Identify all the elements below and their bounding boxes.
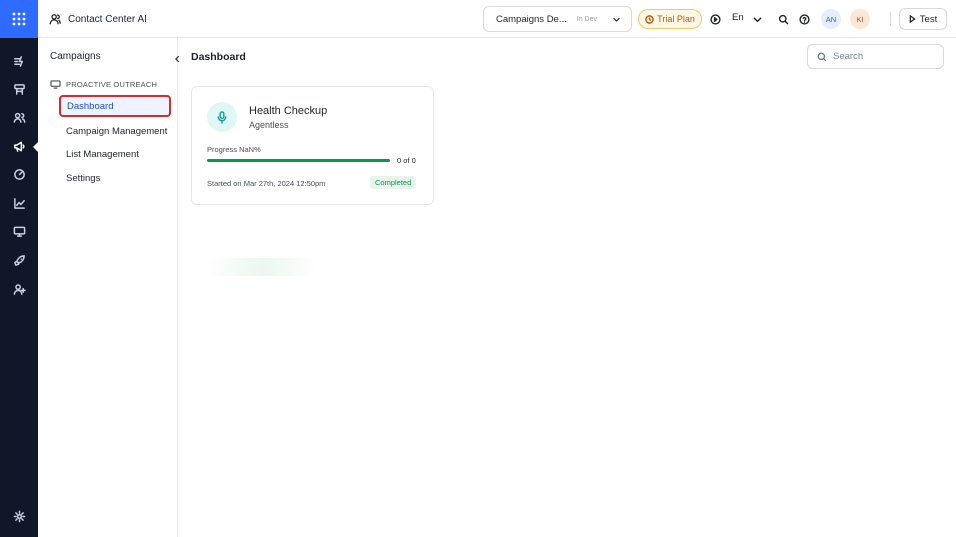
search-icon <box>817 52 827 61</box>
sidebar-item-dashboard[interactable]: Dashboard <box>59 95 171 117</box>
users-icon <box>49 13 61 25</box>
clock-icon <box>645 14 654 24</box>
loading-placeholder <box>208 258 316 276</box>
contacts-icon[interactable] <box>0 106 38 128</box>
monitor-icon[interactable] <box>0 220 38 242</box>
campaign-card[interactable]: Health Checkup Agentless Progress NaN% 0… <box>191 86 434 205</box>
flows-icon[interactable] <box>0 78 38 100</box>
test-button[interactable]: Test <box>899 8 947 30</box>
sidebar-group-label: PROACTIVE OUTREACH <box>66 80 158 89</box>
search-icon[interactable] <box>776 12 790 26</box>
sidebar-item-label: Settings <box>66 172 101 184</box>
search-input[interactable] <box>833 51 933 62</box>
settings-icon[interactable] <box>0 505 38 527</box>
sidebar-item-settings[interactable]: Settings <box>59 167 100 189</box>
sidebar-item-campaign-management[interactable]: Campaign Management <box>59 120 167 142</box>
sidebar-item-label: List Management <box>66 148 139 160</box>
search-box[interactable] <box>807 44 944 69</box>
chevron-down-icon[interactable] <box>750 12 764 26</box>
sidebar-item-label: Dashboard <box>67 100 114 112</box>
deploy-icon[interactable] <box>0 249 38 271</box>
progress-fill <box>207 159 390 162</box>
app-selector-name: Campaigns De... <box>496 13 567 25</box>
analytics-icon[interactable] <box>0 192 38 214</box>
sidebar-item-list-management[interactable]: List Management <box>59 143 139 165</box>
help-icon[interactable] <box>797 12 811 26</box>
play-icon <box>909 15 916 23</box>
trial-plan-badge[interactable]: Trial Plan <box>638 9 702 29</box>
test-button-label: Test <box>919 13 938 25</box>
left-rail <box>0 0 39 537</box>
campaigns-sidebar: Campaigns PROACTIVE OUTREACH Dashboard C… <box>38 38 179 537</box>
app-title: Contact Center AI <box>68 13 147 25</box>
sidebar-item-label: Campaign Management <box>66 125 168 137</box>
language-selector[interactable]: En <box>732 12 744 23</box>
user-add-icon[interactable] <box>0 278 38 300</box>
apps-grid-icon[interactable] <box>0 0 38 38</box>
progress-bar <box>207 159 390 162</box>
status-badge: Completed <box>370 176 417 189</box>
speed-icon[interactable] <box>0 163 38 185</box>
microphone-icon <box>207 102 237 132</box>
trial-plan-label: Trial Plan <box>657 14 695 24</box>
page-title: Dashboard <box>191 51 246 63</box>
automation-icon[interactable] <box>0 50 38 72</box>
chevron-down-icon <box>612 15 621 24</box>
campaign-type: Agentless <box>249 120 289 130</box>
progress-count: 0 of 0 <box>397 156 416 165</box>
app-selector[interactable]: Campaigns De... In Dev <box>483 6 632 32</box>
started-timestamp: Started on Mar 27th, 2024 12:50pm <box>207 179 326 188</box>
play-circle-icon[interactable] <box>708 12 722 26</box>
top-bar: Contact Center AI Campaigns De... In Dev… <box>38 0 956 38</box>
sidebar-title: Campaigns <box>50 51 101 62</box>
progress-label: Progress NaN% <box>207 145 261 154</box>
sidebar-group-proactive-outreach: PROACTIVE OUTREACH <box>50 80 157 89</box>
toolbar-divider <box>890 12 891 26</box>
avatar-an[interactable]: AN <box>821 9 841 29</box>
environment-label: In Dev <box>576 15 597 23</box>
collapse-sidebar-icon[interactable] <box>172 53 182 65</box>
monitor-icon <box>50 80 61 89</box>
campaign-title: Health Checkup <box>249 105 328 117</box>
avatar-ki[interactable]: KI <box>850 9 870 29</box>
app-title-group: Contact Center AI <box>49 0 147 38</box>
